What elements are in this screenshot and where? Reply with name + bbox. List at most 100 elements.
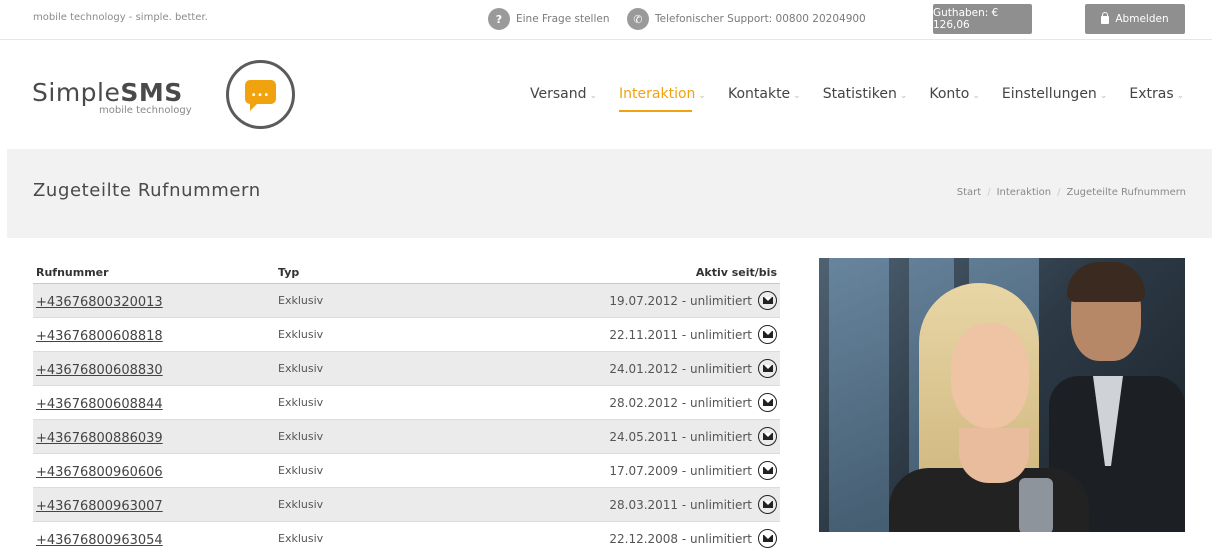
number-type: Exklusiv [278,328,324,341]
active-period: 28.02.2012 - unlimitiert [609,395,752,410]
tagline: mobile technology - simple. better. [33,12,208,23]
table-row: +43676800960606 Exklusiv 17.07.2009 - unli… [33,454,780,488]
logo[interactable]: SimpleSMS mobile technology ... [32,60,302,132]
mail-icon[interactable] [758,461,777,480]
top-bar: mobile technology - simple. better. ? Ei… [0,0,1212,40]
phone-number-link[interactable]: +43676800608818 [36,329,163,344]
mail-icon[interactable] [758,393,777,412]
active-cell: 22.12.2008 - unlimitiert [493,529,780,548]
table-row: +43676800963007 Exklusiv 28.03.2011 - unli… [33,488,780,522]
active-period: 24.01.2012 - unlimitiert [609,361,752,376]
active-cell: 24.01.2012 - unlimitiert [493,359,780,378]
table-row: +43676800320013 Exklusiv 19.07.2012 - unli… [33,284,780,318]
active-period: 28.03.2011 - unlimitiert [609,497,752,512]
nav-item-label: Einstellungen [1001,86,1097,102]
breadcrumb: Start / Interaktion / Zugeteilte Rufnummern [957,187,1186,198]
column-header-type[interactable]: Typ [278,266,493,279]
breadcrumb-separator: / [987,187,991,198]
active-cell: 17.07.2009 - unlimitiert [493,461,780,480]
ask-question-label: Eine Frage stellen [516,13,610,25]
table-row: +43676800608818 Exklusiv 22.11.2011 - unli… [33,318,780,352]
number-type: Exklusiv [278,498,324,511]
number-type: Exklusiv [278,464,324,477]
chat-bubble-icon: ... [226,60,295,129]
table-row: +43676800608844 Exklusiv 28.02.2012 - unli… [33,386,780,420]
nav-item-label: Kontakte [727,86,791,102]
chevron-down-icon: ⌄ [972,91,980,101]
phone-number-link[interactable]: +43676800886039 [36,431,163,446]
lock-icon [1101,12,1110,24]
number-type: Exklusiv [278,396,324,409]
mail-icon[interactable] [758,427,777,446]
logo-wordmark: SimpleSMS [32,78,183,107]
nav-item-label: Extras [1129,86,1174,102]
breadcrumb-item[interactable]: Interaktion [997,187,1052,198]
number-type: Exklusiv [278,532,324,545]
chevron-down-icon: ⌄ [1176,91,1185,101]
phone-number-link[interactable]: +43676800960606 [36,465,163,480]
breadcrumb-item: Zugeteilte Rufnummern [1066,187,1186,198]
active-cell: 19.07.2012 - unlimitiert [493,291,780,310]
active-cell: 28.03.2011 - unlimitiert [493,495,780,514]
main-nav: Versand ⌄ Interaktion ⌄ Kontakte ⌄ Statistiken… [530,86,1184,112]
nav-item-label: Versand [530,86,587,102]
breadcrumb-item[interactable]: Start [957,187,981,198]
phone-number-link[interactable]: +43676800963007 [36,499,163,514]
breadcrumb-separator: / [1057,187,1061,198]
chevron-down-icon: ⌄ [793,91,801,101]
active-period: 22.12.2008 - unlimitiert [609,531,752,546]
table-row: +43676800963054 Exklusiv 22.12.2008 - unli… [33,522,780,550]
chevron-down-icon: ⌄ [589,91,598,101]
hero-photo [819,258,1185,532]
logout-label: Abmelden [1115,13,1169,25]
phone-number-link[interactable]: +43676800320013 [36,295,163,310]
table-row: +43676800886039 Exklusiv 24.05.2011 - unli… [33,420,780,454]
nav-item-statistiken[interactable]: Statistiken ⌄ [823,86,908,112]
phone-number-link[interactable]: +43676800608830 [36,363,163,378]
active-cell: 28.02.2012 - unlimitiert [493,393,780,412]
nav-item-kontakte[interactable]: Kontakte ⌄ [728,86,801,112]
mail-icon[interactable] [758,529,777,548]
mail-icon[interactable] [758,325,777,344]
number-type: Exklusiv [278,362,324,375]
phone-support-link[interactable]: ✆ Telefonischer Support: 00800 20204900 [627,8,866,30]
active-cell: 24.05.2011 - unlimitiert [493,427,780,446]
chevron-down-icon: ⌄ [1099,91,1108,101]
mail-icon[interactable] [758,291,777,310]
active-period: 24.05.2011 - unlimitiert [609,429,752,444]
nav-item-extras[interactable]: Extras ⌄ [1129,86,1184,112]
credit-button[interactable]: Guthaben: € 126,06 [933,4,1032,34]
phone-number-link[interactable]: +43676800608844 [36,397,163,412]
credit-label: Guthaben: € 126,06 [933,7,999,31]
mail-icon[interactable] [758,495,777,514]
numbers-table: Rufnummer Typ Aktiv seit/bis +4367680032… [33,262,780,550]
ask-question-link[interactable]: ? Eine Frage stellen [488,8,610,30]
active-cell: 22.11.2011 - unlimitiert [493,325,780,344]
table-row: +43676800608830 Exklusiv 24.01.2012 - unli… [33,352,780,386]
title-band: Zugeteilte Rufnummern Start / Interaktion /… [7,149,1212,238]
chevron-down-icon: ⌄ [899,91,908,101]
logout-button[interactable]: Abmelden [1085,4,1185,34]
nav-item-konto[interactable]: Konto ⌄ [929,86,980,112]
phone-icon: ✆ [627,8,649,30]
active-period: 22.11.2011 - unlimitiert [609,327,752,342]
page-title: Zugeteilte Rufnummern [33,180,261,201]
number-type: Exklusiv [278,294,324,307]
column-header-number[interactable]: Rufnummer [33,266,278,279]
logo-subtitle: mobile technology [99,105,192,116]
active-period: 19.07.2012 - unlimitiert [609,293,752,308]
chevron-down-icon: ⌄ [698,91,706,101]
logo-bubble: ... [245,80,276,111]
phone-number-link[interactable]: +43676800963054 [36,533,163,548]
question-icon: ? [488,8,510,30]
nav-item-interaktion[interactable]: Interaktion ⌄ [619,86,706,112]
mail-icon[interactable] [758,359,777,378]
table-header: Rufnummer Typ Aktiv seit/bis [33,262,780,284]
phone-support-label: Telefonischer Support: 00800 20204900 [655,13,866,25]
nav-item-label: Statistiken [822,86,897,102]
nav-item-einstellungen[interactable]: Einstellungen ⌄ [1002,86,1107,112]
photo-woman [879,283,1089,532]
nav-item-label: Interaktion [619,86,696,102]
nav-item-versand[interactable]: Versand ⌄ [530,86,597,112]
column-header-active[interactable]: Aktiv seit/bis [493,266,780,279]
